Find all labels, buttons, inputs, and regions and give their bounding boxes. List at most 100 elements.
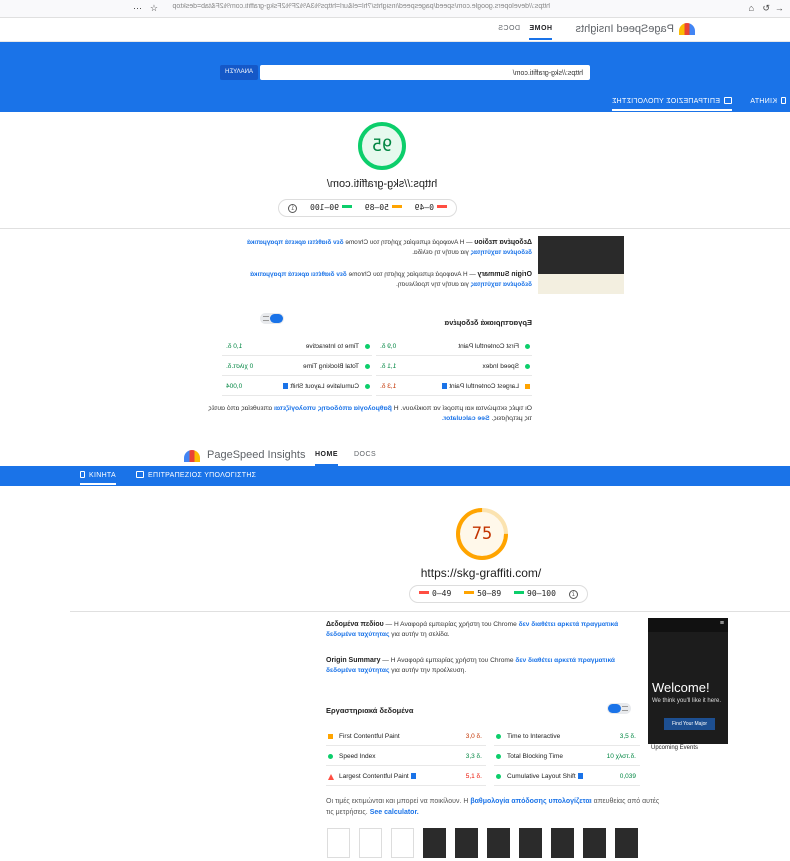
tab-mobile[interactable]: ΚΙΝΗΤΑ: [80, 471, 116, 485]
perf-score-link[interactable]: βαθμολογία απόδοσης υπολογίζεται: [470, 798, 591, 805]
psi-logo-icon: [679, 23, 695, 35]
metric-cls: Cumulative Layout Shift 0,039: [494, 770, 640, 786]
metric-value: 0,004: [226, 383, 243, 390]
metric-name: First Contentful Paint: [339, 733, 400, 740]
tab-desktop[interactable]: ΕΠΙΤΡΑΠΕΖΙΟΣ ΥΠΟΛΟΓΙΣΤΗΣ: [611, 97, 732, 111]
filmstrip-frame: [423, 828, 446, 858]
view-toggle[interactable]: [607, 703, 631, 714]
score-value: 75: [471, 524, 493, 544]
metric-value: 10 χλστ.δ.: [606, 753, 636, 760]
legend-orange-label: 50–89: [477, 589, 502, 598]
pass-icon: [496, 774, 501, 779]
metric-value: 0 χιλστ.δ.: [226, 363, 254, 370]
metric-name-text: Cumulative Layout Shift: [290, 383, 359, 390]
metric-si: Speed Index 1,1 δ.: [376, 360, 532, 376]
metric-name-text: Cumulative Layout Shift: [507, 773, 576, 780]
psi-header-mobile: PageSpeed Insights HOME DOCS: [0, 446, 790, 466]
screenshot-button: Find Your Major: [664, 718, 716, 730]
address-bar[interactable]: https://developers.google.com/speed/page…: [170, 3, 550, 15]
nav-docs[interactable]: DOCS: [498, 25, 520, 32]
metric-name: First Contentful Paint: [458, 343, 519, 350]
tab-mobile[interactable]: ΚΙΝΗΤΑ: [750, 97, 786, 105]
lab-data-title: Εργαστηριακά δεδομένα: [444, 318, 532, 327]
legend-red-swatch: [437, 205, 447, 208]
lab-data-title: Εργαστηριακά δεδομένα: [326, 706, 414, 715]
reload-icon[interactable]: ↻: [762, 3, 770, 14]
info-icon[interactable]: i: [288, 204, 298, 213]
tab-mobile-label: ΚΙΝΗΤΑ: [89, 472, 116, 479]
filmstrip-frame: [583, 828, 606, 858]
nav-home[interactable]: HOME: [315, 451, 338, 466]
metric-name: Time to Interactive: [305, 343, 359, 350]
star-icon[interactable]: ☆: [150, 3, 158, 14]
mobile-page-screenshot: ≡ Welcome! We think you'll like it here.…: [648, 618, 728, 754]
toggle-list-icon: [608, 704, 621, 713]
field-data-text: Δεδομένα πεδίου — Η Αναφορά εμπειρίας χρ…: [222, 238, 532, 258]
more-icon[interactable]: ⋯: [133, 3, 142, 14]
metric-name-text: Largest Contentful Paint: [449, 383, 519, 390]
metric-cls: Cumulative Layout Shift 0,004: [222, 380, 372, 396]
nav-home[interactable]: HOME: [529, 25, 552, 40]
psi-brand: PageSpeed Insights: [575, 23, 674, 35]
filmstrip-frame: [391, 828, 414, 858]
info-icon[interactable]: i: [568, 590, 578, 599]
metric-name: Speed Index: [482, 363, 519, 370]
screenshot-welcome: Welcome!: [652, 680, 710, 695]
screenshot-subtitle: We think you'll like it here.: [652, 698, 722, 704]
score-gauge: 95: [358, 122, 406, 170]
device-tabs: ΚΙΝΗΤΑ ΕΠΙΤΡΑΠΕΖΙΟΣ ΥΠΟΛΟΓΙΣΤΗΣ: [0, 92, 790, 112]
phone-icon: [781, 97, 786, 104]
metric-name: Total Blocking Time: [303, 363, 359, 370]
metric-value: 5,1 δ.: [465, 773, 482, 780]
score-gauge: 75: [445, 497, 519, 571]
pass-icon: [365, 364, 370, 369]
metric-name: Speed Index: [339, 753, 376, 760]
metric-name-text: Largest Contentful Paint: [339, 773, 409, 780]
calculator-link[interactable]: See calculator.: [370, 809, 419, 816]
average-icon: [328, 734, 333, 739]
metric-lcp: Largest Contentful Paint 1,3 δ.: [376, 380, 532, 396]
url-input[interactable]: https://skg-graffiti.com/: [260, 65, 590, 80]
view-toggle[interactable]: [260, 313, 284, 324]
metric-name: Cumulative Layout Shift: [507, 773, 583, 780]
legend-red-swatch: [419, 591, 429, 594]
flag-icon: [410, 773, 416, 779]
filmstrip-frame: [455, 828, 478, 858]
note-text: Οι τιμές εκτιμώνται και μπορεί να ποικίλ…: [391, 405, 532, 412]
metric-si: Speed Index 3,3 δ.: [326, 750, 486, 766]
tab-desktop[interactable]: ΕΠΙΤΡΑΠΕΖΙΟΣ ΥΠΟΛΟΓΙΣΤΗΣ: [136, 471, 256, 479]
back-icon[interactable]: ←: [775, 3, 784, 13]
tested-url: https://skg-graffiti.com/: [326, 178, 438, 190]
legend-green-swatch: [341, 205, 352, 208]
analyze-button[interactable]: ΑΝΑΛΥΣΗ: [220, 65, 258, 80]
field-data-desc: — Η Αναφορά εμπειρίας χρήστη του Chrome: [383, 621, 519, 628]
psi-logo-icon: [184, 450, 200, 462]
origin-summary-text: Origin Summary — Η Αναφορά εμπειρίας χρή…: [222, 270, 532, 290]
origin-summary-desc: — Η Αναφορά εμπειρίας χρήστη του Chrome: [346, 271, 478, 278]
divider: [70, 611, 790, 612]
metric-fcp: First Contentful Paint 0,9 δ.: [376, 340, 532, 356]
metric-tti: Time to Interactive 1,0 δ.: [222, 340, 372, 356]
device-tabs-mobile: ΚΙΝΗΤΑ ΕΠΙΤΡΑΠΕΖΙΟΣ ΥΠΟΛΟΓΙΣΤΗΣ: [0, 466, 790, 486]
average-icon: [525, 384, 530, 389]
metric-name: Time to Interactive: [507, 733, 561, 740]
metric-value: 1,1 δ.: [380, 363, 397, 370]
desktop-page-screenshot: [538, 236, 624, 294]
field-data-tail: για αυτήν τη σελίδα.: [389, 631, 450, 638]
field-data-tail: για αυτήν τη σελίδα.: [412, 249, 471, 256]
perf-score-link[interactable]: βαθμολογία απόδοσης υπολογίζεται: [274, 405, 392, 412]
tab-mobile-label: ΚΙΝΗΤΑ: [750, 98, 777, 105]
estimate-note: Οι τιμές εκτιμώνται και μπορεί να ποικίλ…: [326, 796, 666, 818]
metric-value: 0,039: [619, 773, 636, 780]
origin-summary-tail: για αυτήν την προέλευση.: [389, 667, 467, 674]
mirrored-desktop-report: ← ↻ ⌂ https://developers.google.com/spee…: [0, 0, 790, 430]
nav-docs[interactable]: DOCS: [354, 451, 376, 458]
filmstrip-frame: [519, 828, 542, 858]
metric-value: 1,0 δ.: [226, 343, 243, 350]
home-icon[interactable]: ⌂: [749, 3, 754, 13]
filmstrip-frame: [615, 828, 638, 858]
legend-orange-label: 50–89: [364, 203, 389, 212]
calculator-link[interactable]: See calculator.: [442, 415, 490, 422]
menu-icon: ≡: [719, 620, 724, 627]
metric-tti: Time to Interactive 3,5 δ.: [494, 730, 640, 746]
